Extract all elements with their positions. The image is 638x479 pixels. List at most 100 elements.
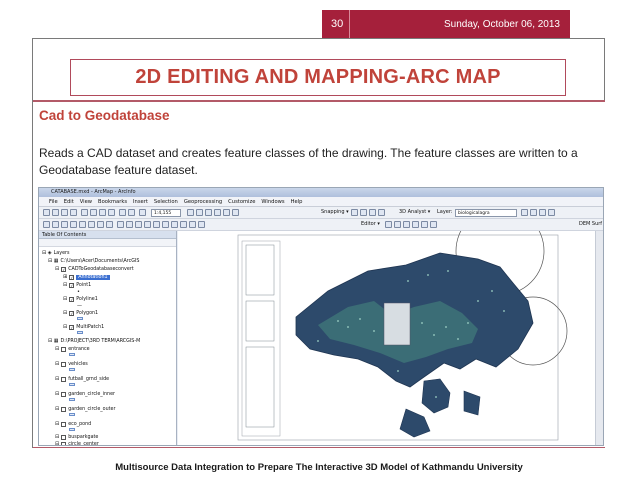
toc-item-garden-inner[interactable]: ⊟ garden_circle_inner bbox=[55, 391, 115, 397]
measure-icon[interactable] bbox=[162, 221, 169, 228]
toc-item-multipatch[interactable]: ⊟ ✓ MultiPatch1 bbox=[63, 324, 104, 330]
layer-checkbox[interactable] bbox=[61, 421, 67, 427]
sketch-icon[interactable] bbox=[394, 221, 401, 228]
layer-checkbox[interactable]: ✓ bbox=[61, 266, 67, 272]
select-elements-icon[interactable] bbox=[135, 221, 142, 228]
toc-item-annotation[interactable]: ⊞ ✓ Annotation1 bbox=[63, 274, 110, 280]
menu-file[interactable]: File bbox=[49, 199, 58, 205]
toc-item-layers[interactable]: ⊟ ◈ Layers bbox=[42, 250, 70, 256]
menu-insert[interactable]: Insert bbox=[133, 199, 148, 205]
toc-item-point[interactable]: ⊟ ✓ Point1 bbox=[63, 282, 91, 288]
editor-menu[interactable]: Editor ▾ bbox=[361, 221, 380, 227]
print-icon[interactable] bbox=[70, 209, 77, 216]
menu-windows[interactable]: Windows bbox=[261, 199, 284, 205]
full-extent-icon[interactable] bbox=[70, 221, 77, 228]
fixed-zoom-out-icon[interactable] bbox=[88, 221, 95, 228]
forward-icon[interactable] bbox=[106, 221, 113, 228]
layer-checkbox[interactable]: ✓ bbox=[69, 296, 75, 302]
fixed-zoom-in-icon[interactable] bbox=[79, 221, 86, 228]
catalog-icon[interactable] bbox=[205, 209, 212, 216]
snapping-menu[interactable]: Snapping ▾ bbox=[321, 209, 349, 215]
editor-toolbar-icon[interactable] bbox=[187, 209, 194, 216]
toc-item-circle-center[interactable]: ⊟ circle_center bbox=[55, 441, 99, 445]
toc-icon[interactable] bbox=[196, 209, 203, 216]
layer-checkbox[interactable] bbox=[61, 434, 67, 440]
3d-analyst-menu[interactable]: 3D Analyst ▾ bbox=[399, 209, 430, 215]
add-data-icon[interactable] bbox=[139, 209, 146, 216]
snap-edge-icon[interactable] bbox=[378, 209, 385, 216]
identify-icon[interactable] bbox=[144, 221, 151, 228]
redo-icon[interactable] bbox=[128, 209, 135, 216]
split-icon[interactable] bbox=[403, 221, 410, 228]
menu-edit[interactable]: Edit bbox=[64, 199, 74, 205]
time-slider-icon[interactable] bbox=[189, 221, 196, 228]
toc-item-vehicles[interactable]: ⊟ vehicles bbox=[55, 361, 88, 367]
search-icon[interactable] bbox=[214, 209, 221, 216]
save-icon[interactable] bbox=[61, 209, 68, 216]
menu-customize[interactable]: Customize bbox=[228, 199, 255, 205]
toc-item-futball[interactable]: ⊟ futball_grnd_side bbox=[55, 376, 109, 382]
layer-checkbox[interactable]: ✓ bbox=[69, 324, 75, 330]
scale-combo[interactable]: 1:4,155 bbox=[151, 209, 181, 217]
toc-item-cad-group[interactable]: ⊟ ✓ CADToGeodatabaseconvert bbox=[55, 266, 134, 272]
layer-checkbox[interactable] bbox=[61, 346, 67, 352]
pan-icon[interactable] bbox=[61, 221, 68, 228]
contour-icon[interactable] bbox=[539, 209, 546, 216]
layer-checkbox[interactable] bbox=[61, 376, 67, 382]
graph-icon[interactable] bbox=[198, 221, 205, 228]
undo-icon[interactable] bbox=[119, 209, 126, 216]
layer-checkbox[interactable]: ✓ bbox=[69, 310, 75, 316]
layer-checkbox[interactable]: ✓ bbox=[69, 274, 75, 280]
rotate-icon[interactable] bbox=[412, 221, 419, 228]
open-icon[interactable] bbox=[52, 209, 59, 216]
layer-checkbox[interactable] bbox=[61, 361, 67, 367]
map-view[interactable] bbox=[178, 231, 603, 445]
toc-item-folder-2[interactable]: ⊟ ▦ D:\PROJECT\3RD TERM\ARCGIS-M bbox=[48, 338, 140, 344]
toc-item-polygon[interactable]: ⊟ ✓ Polygon1 bbox=[63, 310, 98, 316]
hyperlink-icon[interactable] bbox=[171, 221, 178, 228]
layer-checkbox[interactable] bbox=[61, 406, 67, 412]
copy-icon[interactable] bbox=[90, 209, 97, 216]
snap-point-icon[interactable] bbox=[351, 209, 358, 216]
zoom-in-icon[interactable] bbox=[43, 221, 50, 228]
clear-selection-icon[interactable] bbox=[126, 221, 133, 228]
zoom-out-icon[interactable] bbox=[52, 221, 59, 228]
arcmap-screenshot: CATABASE.mxd - ArcMap - ArcInfo File Edi… bbox=[38, 187, 604, 446]
interpolate-icon[interactable] bbox=[521, 209, 528, 216]
vertical-scrollbar[interactable] bbox=[595, 231, 603, 445]
dem-surface-menu[interactable]: DEM Surf bbox=[579, 221, 602, 227]
profile-icon[interactable] bbox=[530, 209, 537, 216]
attributes-icon[interactable] bbox=[421, 221, 428, 228]
back-icon[interactable] bbox=[97, 221, 104, 228]
toc-item-garden-outer[interactable]: ⊟ garden_circle_outer bbox=[55, 406, 115, 412]
menu-bookmarks[interactable]: Bookmarks bbox=[98, 199, 127, 205]
menu-selection[interactable]: Selection bbox=[154, 199, 178, 205]
find-icon[interactable] bbox=[153, 221, 160, 228]
menu-help[interactable]: Help bbox=[291, 199, 303, 205]
cut-icon[interactable] bbox=[81, 209, 88, 216]
html-popup-icon[interactable] bbox=[180, 221, 187, 228]
layer-combo[interactable]: biologicalagra bbox=[455, 209, 517, 217]
paste-icon[interactable] bbox=[99, 209, 106, 216]
new-icon[interactable] bbox=[43, 209, 50, 216]
menu-geoprocessing[interactable]: Geoprocessing bbox=[184, 199, 222, 205]
toc-item-folder-1[interactable]: ⊟ ▦ C:\Users\Acer\Documents\ArcGIS bbox=[48, 258, 139, 264]
layer-label: Layer: bbox=[437, 209, 453, 215]
edit-tool-icon[interactable] bbox=[385, 221, 392, 228]
toc-item-polyline[interactable]: ⊟ ✓ Polyline1 bbox=[63, 296, 98, 302]
layer-checkbox[interactable] bbox=[61, 391, 67, 397]
toc-item-entrance[interactable]: ⊟ entrance bbox=[55, 346, 90, 352]
steepest-path-icon[interactable] bbox=[548, 209, 555, 216]
snap-end-icon[interactable] bbox=[360, 209, 367, 216]
python-icon[interactable] bbox=[232, 209, 239, 216]
delete-icon[interactable] bbox=[108, 209, 115, 216]
arctoolbox-icon[interactable] bbox=[223, 209, 230, 216]
snap-vertex-icon[interactable] bbox=[369, 209, 376, 216]
select-features-icon[interactable] bbox=[117, 221, 124, 228]
layer-checkbox[interactable] bbox=[61, 441, 67, 445]
layer-checkbox[interactable]: ✓ bbox=[69, 282, 75, 288]
sketch-properties-icon[interactable] bbox=[430, 221, 437, 228]
toc-item-busparkgate[interactable]: ⊟ busparkgate bbox=[55, 434, 98, 440]
menu-view[interactable]: View bbox=[80, 199, 92, 205]
toc-item-eco-pond[interactable]: ⊟ eco_pond bbox=[55, 421, 91, 427]
